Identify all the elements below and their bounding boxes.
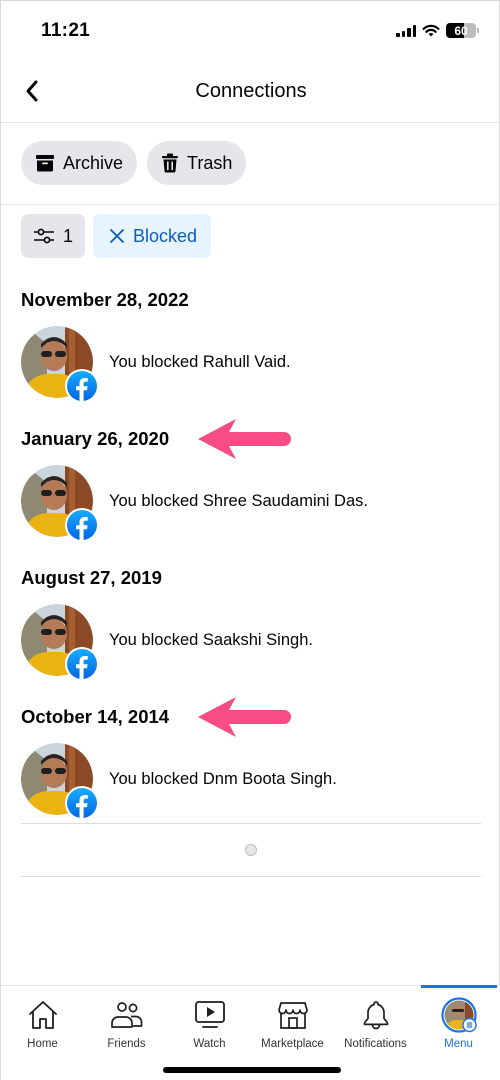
bell-icon (363, 1001, 388, 1030)
date-heading: August 27, 2019 (21, 567, 162, 588)
home-icon (28, 1001, 57, 1029)
tab-label: Friends (107, 1038, 146, 1050)
facebook-badge (65, 508, 99, 542)
filter-row: 1 Blocked (21, 214, 212, 258)
tab-home[interactable]: Home (1, 986, 84, 1056)
status-bar: 11:21 60 (1, 1, 500, 61)
friends-icon (110, 1002, 142, 1028)
facebook-badge (65, 786, 99, 820)
divider (21, 823, 481, 824)
page-title: Connections (195, 80, 307, 102)
tab-label: Home (27, 1038, 58, 1050)
home-indicator (163, 1067, 341, 1073)
avatar (21, 326, 99, 403)
status-time: 11:21 (41, 20, 91, 41)
facebook-badge (65, 369, 99, 403)
watch-icon (194, 1001, 225, 1028)
date-heading: November 28, 2022 (21, 289, 189, 310)
tab-label: Notifications (344, 1038, 407, 1050)
avatar (21, 465, 99, 542)
loading-spinner (245, 844, 257, 856)
cellular-signal-icon (396, 24, 416, 37)
avatar (21, 743, 99, 820)
activity-item[interactable]: You blocked Rahull Vaid. (21, 326, 481, 403)
avatar (21, 604, 99, 681)
filter-button[interactable]: 1 (21, 214, 86, 258)
activity-text: You blocked Shree Saudamini Das. (109, 491, 368, 510)
trash-button[interactable]: Trash (147, 141, 247, 185)
trash-label: Trash (187, 152, 233, 173)
archive-label: Archive (63, 152, 124, 173)
facebook-logo-icon (67, 510, 97, 540)
battery-percent: 60 (454, 23, 468, 38)
blocked-chip-label: Blocked (133, 225, 198, 246)
tab-marketplace[interactable]: Marketplace (251, 986, 334, 1056)
facebook-logo-icon (67, 788, 97, 818)
facebook-logo-icon (67, 371, 97, 401)
tab-notifications[interactable]: Notifications (334, 986, 417, 1056)
activity-section: November 28, 2022 You blocked Rahull Vai… (21, 287, 481, 403)
archive-box-icon (36, 155, 54, 172)
activity-text: You blocked Rahull Vaid. (109, 352, 291, 371)
bottom-tab-bar: Home Friends Watch Marketplace Notificat… (1, 985, 500, 1080)
tab-label: Menu (444, 1038, 473, 1050)
tab-label: Watch (193, 1038, 226, 1050)
tab-label: Marketplace (261, 1038, 324, 1050)
activity-text: You blocked Dnm Boota Singh. (109, 769, 337, 788)
active-tab-indicator (421, 985, 497, 988)
blocked-filter-chip[interactable]: Blocked (93, 214, 212, 258)
status-icons: 60 (396, 23, 479, 38)
activity-item[interactable]: You blocked Shree Saudamini Das. (21, 465, 481, 542)
activity-item[interactable]: You blocked Dnm Boota Singh. (21, 743, 481, 820)
action-pills: Archive Trash (21, 141, 247, 185)
marketplace-icon (277, 1002, 308, 1029)
archive-button[interactable]: Archive (21, 141, 138, 185)
divider (1, 204, 500, 205)
tab-friends[interactable]: Friends (85, 986, 168, 1056)
tab-menu[interactable]: Menu (417, 985, 500, 1056)
activity-text: You blocked Saakshi Singh. (109, 630, 313, 649)
trash-icon (162, 153, 179, 173)
tab-watch[interactable]: Watch (168, 986, 251, 1056)
facebook-badge (65, 647, 99, 681)
filter-count: 1 (63, 225, 74, 246)
facebook-logo-icon (67, 649, 97, 679)
activity-section: August 27, 2019 You blocked Saakshi Sing… (21, 565, 481, 681)
wifi-icon (422, 24, 440, 37)
annotation-arrow-icon (198, 419, 291, 459)
navigation-bar: Connections (1, 61, 500, 123)
close-icon (110, 229, 124, 243)
annotation-arrow-icon (198, 697, 291, 737)
divider (21, 876, 481, 877)
sliders-icon (34, 228, 54, 244)
activity-item[interactable]: You blocked Saakshi Singh. (21, 604, 481, 681)
menu-avatar-icon (440, 997, 477, 1033)
battery-icon: 60 (446, 23, 476, 38)
